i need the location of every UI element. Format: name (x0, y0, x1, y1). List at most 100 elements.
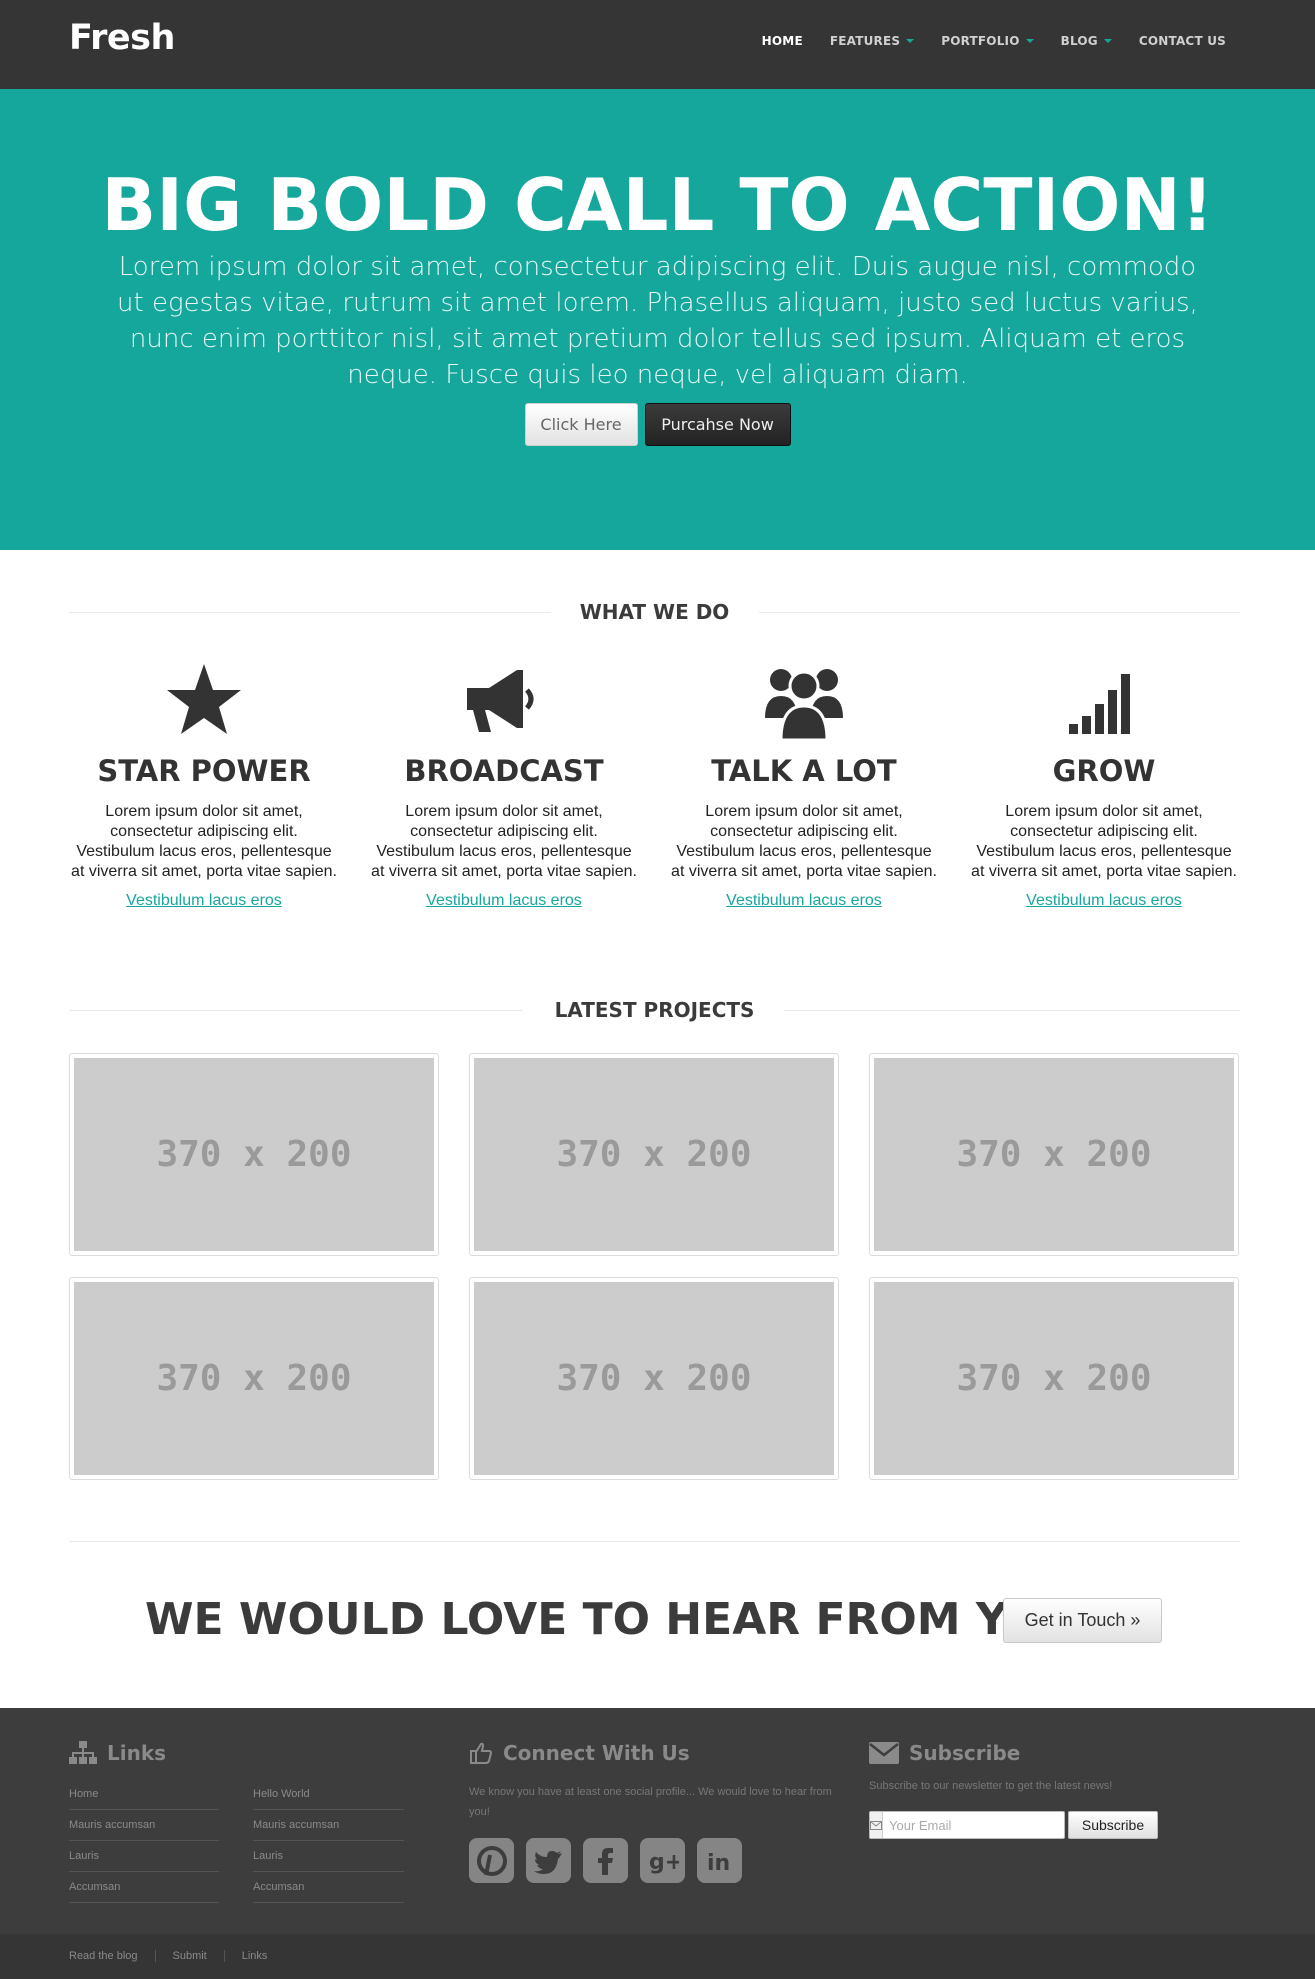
section-title: WHAT WE DO (579, 600, 730, 624)
purchase-now-button[interactable]: Purcahse Now (644, 403, 791, 446)
feature-title: STAR POWER (97, 754, 311, 788)
project-thumbnail[interactable]: 370 x 200 (869, 1053, 1239, 1256)
hero-text: Lorem ipsum dolor sit amet, consectetur … (117, 252, 1198, 390)
nav-label: PORTFOLIO (941, 34, 1020, 48)
footer-link[interactable]: Accumsan (253, 1872, 404, 1903)
feature-title: BROADCAST (404, 754, 604, 788)
brand-logo[interactable]: Fresh (69, 18, 175, 58)
footer-links-col1: Home Mauris accumsan Lauris Accumsan (69, 1779, 219, 1903)
navbar: Fresh HOME FEATURES PORTFOLIO BLOG CONTA… (0, 0, 1315, 89)
main-nav: HOME FEATURES PORTFOLIO BLOG CONTACT US (735, 34, 1226, 48)
envelope-icon (869, 1742, 899, 1764)
image-placeholder: 370 x 200 (474, 1282, 834, 1475)
hero-title: BIG BOLD CALL TO ACTION! (101, 163, 1214, 247)
footer-link[interactable]: Lauris (253, 1841, 404, 1872)
envelope-icon (870, 1812, 883, 1838)
feature-text: Lorem ipsum dolor sit amet, consectetur … (371, 803, 637, 880)
footer-link[interactable]: Hello World (253, 1779, 404, 1810)
feature-link[interactable]: Vestibulum lacus eros (726, 892, 882, 910)
feature-title: GROW (1052, 754, 1156, 788)
svg-text:g+: g+ (649, 1850, 679, 1875)
svg-text:in: in (707, 1851, 730, 1876)
social-icons: g+ in (469, 1838, 742, 1883)
project-thumbnail[interactable]: 370 x 200 (469, 1053, 839, 1256)
bottom-link[interactable]: Read the blog (69, 1950, 138, 1962)
feature-text: Lorem ipsum dolor sit amet, consectetur … (671, 803, 937, 880)
footer-col-title: Connect With Us (503, 1741, 690, 1765)
section-title: LATEST PROJECTS (554, 998, 755, 1022)
image-placeholder: 370 x 200 (874, 1058, 1234, 1251)
feature-grow: GROW Lorem ipsum dolor sit amet, consect… (969, 660, 1239, 910)
email-field-wrapper (869, 1811, 1065, 1839)
connect-text: We know you have at least one social pro… (469, 1786, 832, 1818)
feature-link[interactable]: Vestibulum lacus eros (426, 892, 582, 910)
sitemap-icon (69, 1741, 97, 1764)
project-thumbnail[interactable]: 370 x 200 (69, 1277, 439, 1480)
what-we-do-heading: WHAT WE DO (69, 598, 1240, 628)
cta-title: WE WOULD LOVE TO HEAR FROM YOU (145, 1594, 1080, 1645)
megaphone-icon (467, 670, 534, 732)
feature-link[interactable]: Vestibulum lacus eros (126, 892, 282, 910)
bottom-links: Read the blog Submit Links (69, 1950, 267, 1962)
hero-buttons: Click Here Purcahse Now (0, 403, 1315, 446)
caret-down-icon (1103, 39, 1112, 43)
footer-link[interactable]: Home (69, 1779, 219, 1810)
subscribe-button[interactable]: Subscribe (1068, 1811, 1158, 1839)
link-separator (223, 1950, 225, 1962)
feature-talk-a-lot: TALK A LOT Lorem ipsum dolor sit amet, c… (669, 660, 939, 910)
caret-down-icon (906, 39, 915, 43)
latest-projects-heading: LATEST PROJECTS (69, 996, 1240, 1026)
click-here-button[interactable]: Click Here (524, 403, 638, 446)
nav-item-portfolio[interactable]: PORTFOLIO (941, 34, 1034, 48)
footer-connect-title: Connect With Us (469, 1741, 690, 1765)
twitter-icon[interactable] (526, 1838, 571, 1883)
subscribe-text: Subscribe to our newsletter to get the l… (869, 1780, 1113, 1792)
bottom-link[interactable]: Submit (173, 1950, 207, 1962)
footer-link[interactable]: Mauris accumsan (253, 1810, 404, 1841)
image-placeholder: 370 x 200 (74, 1282, 434, 1475)
nav-item-blog[interactable]: BLOG (1061, 34, 1112, 48)
nav-label: FEATURES (829, 34, 901, 48)
group-icon (765, 669, 843, 740)
image-placeholder: 370 x 200 (74, 1058, 434, 1251)
nav-label: BLOG (1060, 34, 1098, 48)
nav-item-home[interactable]: HOME (762, 34, 803, 48)
google-plus-icon[interactable]: g+ (640, 1838, 685, 1883)
caret-down-icon (1025, 39, 1034, 43)
facebook-icon[interactable] (583, 1838, 628, 1883)
feature-star-power: STAR POWER Lorem ipsum dolor sit amet, c… (69, 660, 339, 910)
footer-links-title: Links (69, 1741, 166, 1765)
project-thumbnail[interactable]: 370 x 200 (69, 1053, 439, 1256)
pinterest-icon[interactable] (469, 1838, 514, 1883)
project-thumbnail[interactable]: 370 x 200 (869, 1277, 1239, 1480)
feature-link[interactable]: Vestibulum lacus eros (1026, 892, 1182, 910)
link-separator (154, 1950, 156, 1962)
nav-item-contact[interactable]: CONTACT US (1139, 34, 1226, 48)
feature-text: Lorem ipsum dolor sit amet, consectetur … (971, 803, 1237, 880)
feature-broadcast: BROADCAST Lorem ipsum dolor sit amet, co… (369, 660, 639, 910)
star-icon (167, 664, 241, 734)
footer-link[interactable]: Mauris accumsan (69, 1810, 219, 1841)
footer-subscribe-title: Subscribe (869, 1741, 1020, 1765)
thumbs-up-icon (470, 1742, 493, 1764)
hero-zigzag-edge (0, 542, 1315, 550)
project-thumbnail[interactable]: 370 x 200 (469, 1277, 839, 1480)
footer-links-col2: Hello World Mauris accumsan Lauris Accum… (253, 1779, 404, 1903)
nav-item-features[interactable]: FEATURES (829, 34, 915, 48)
feature-text: Lorem ipsum dolor sit amet, consectetur … (71, 803, 337, 880)
image-placeholder: 370 x 200 (474, 1058, 834, 1251)
email-input[interactable] (883, 1813, 1065, 1837)
section-divider (69, 1541, 1240, 1542)
footer-col-title: Subscribe (909, 1741, 1021, 1765)
linkedin-icon[interactable]: in (697, 1838, 742, 1883)
footer-link[interactable]: Lauris (69, 1841, 219, 1872)
nav-label: CONTACT US (1138, 34, 1226, 48)
features-row: STAR POWER Lorem ipsum dolor sit amet, c… (69, 660, 1269, 920)
bottom-link[interactable]: Links (242, 1950, 268, 1962)
nav-label: HOME (761, 34, 803, 48)
image-placeholder: 370 x 200 (874, 1282, 1234, 1475)
get-in-touch-button[interactable]: Get in Touch » (1003, 1598, 1162, 1643)
feature-title: TALK A LOT (711, 754, 897, 788)
footer-link[interactable]: Accumsan (69, 1872, 219, 1903)
footer-col-title: Links (107, 1741, 167, 1765)
